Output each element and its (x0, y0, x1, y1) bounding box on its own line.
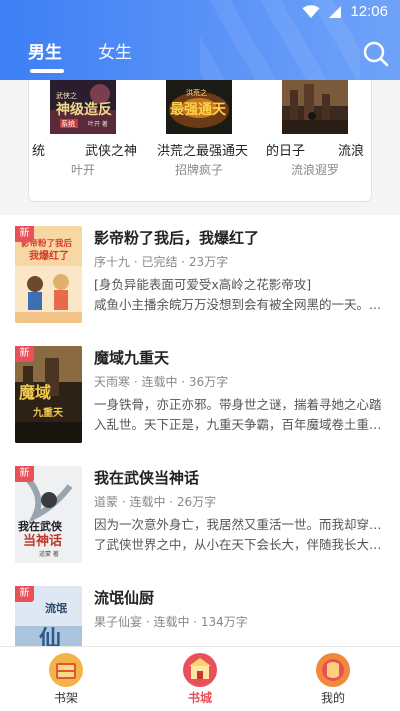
signal-icon (329, 5, 342, 18)
book-cover-text: 道蒙 著 (39, 550, 59, 558)
new-badge: 新 (15, 466, 34, 482)
main-content[interactable]: 武侠之 神级造反 系统 叶开 著 洪荒之 最强通天 统 武侠之神 洪荒之最强通天… (0, 80, 400, 646)
featured-cover[interactable]: 洪荒之 最强通天 (166, 80, 232, 134)
featured-cover-art: 武侠之 神级造反 系统 叶开 著 (50, 80, 116, 134)
book-description-line: 入乱世。天下正是，九重天争霸，百年魔域卷土重来... (94, 417, 386, 432)
book-description-line: 咸鱼小主播余皖万万没想到会有被全网黑的一天。... (94, 297, 381, 312)
nav-bookstore[interactable]: 书城 (160, 647, 240, 711)
book-description: 一身铁骨，亦正亦邪。带身世之谜，揣着寻她之心踏 入乱世。天下正是，九重天争霸，百… (94, 395, 386, 435)
featured-title[interactable]: 统 (32, 140, 45, 159)
wifi-icon (302, 4, 320, 18)
bookstore-icon (183, 653, 217, 687)
list-item[interactable]: 流氓 仙 新 流氓仙厨 果子仙宴 · 连载中 · 134万字 (0, 575, 400, 646)
search-icon (363, 41, 389, 67)
featured-cover[interactable] (282, 80, 348, 134)
book-title[interactable]: 魔域九重天 (94, 347, 169, 368)
status-time: 12:06 (350, 3, 388, 20)
book-meta: 序十九 · 已完结 · 23万字 (94, 255, 229, 269)
featured-cover-top-text: 武侠之 (56, 91, 77, 100)
book-cover-text: 魔域 (19, 383, 51, 402)
featured-title[interactable]: 的日子 (266, 140, 305, 159)
tab-female[interactable]: 女生 (98, 38, 132, 63)
book-title[interactable]: 影帝粉了我后，我爆红了 (94, 227, 259, 248)
featured-cover-title-text: 神级造反 (56, 101, 112, 118)
book-description: [身负异能表面可爱受x高岭之花影帝攻] 咸鱼小主播余皖万万没想到会有被全网黑的一… (94, 275, 386, 315)
bottom-navigation: 书架 书城 我的 (0, 646, 400, 711)
featured-cover-top-text: 洪荒之 (186, 88, 207, 97)
book-description-line: 一身铁骨，亦正亦邪。带身世之谜，揣着寻她之心踏 (94, 397, 382, 412)
featured-cover[interactable]: 武侠之 神级造反 系统 叶开 著 (50, 80, 116, 134)
profile-icon (316, 653, 350, 687)
book-cover-text: 当神话 (23, 533, 62, 549)
featured-titles: 统 武侠之神 洪荒之最强通天 的日子 流浪 (0, 140, 400, 160)
featured-cover-title-text: 最强通天 (170, 101, 227, 118)
book-meta: 道蒙 · 连载中 · 26万字 (94, 495, 217, 509)
featured-authors: 叶开 招牌疯子 流浪遐罗 (0, 161, 400, 179)
status-bar: 12:06 (0, 0, 400, 24)
featured-cover-art: 洪荒之 最强通天 (166, 80, 232, 134)
book-description-line: [身负异能表面可爱受x高岭之花影帝攻] (94, 277, 312, 292)
featured-title[interactable]: 武侠之神 (85, 140, 137, 159)
book-description (94, 635, 386, 646)
book-description: 因为一次意外身亡，我居然又重活一世。而我却穿越到 了武侠世界之中，从小在天下会长… (94, 515, 386, 555)
book-cover-text: 仙 (39, 626, 61, 646)
bookshelf-icon (49, 653, 83, 687)
tab-male-label: 男生 (28, 43, 62, 63)
new-badge: 新 (15, 586, 34, 602)
nav-profile[interactable]: 我的 (293, 647, 373, 711)
status-icons: 12:06 (302, 3, 388, 20)
featured-title[interactable]: 流浪 (338, 140, 364, 159)
book-cover-text: 我爆红了 (29, 249, 69, 262)
book-list: 影帝粉了我后 我爆红了 新 影帝粉了我后，我爆红了 序十九 · 已完结 · 23… (0, 215, 400, 646)
list-item[interactable]: 影帝粉了我后 我爆红了 新 影帝粉了我后，我爆红了 序十九 · 已完结 · 23… (0, 215, 400, 335)
featured-author: 流浪遐罗 (291, 163, 340, 177)
featured-title[interactable]: 洪荒之最强通天 (157, 140, 248, 159)
search-button[interactable] (362, 40, 390, 68)
book-cover-text: 流氓 (45, 601, 67, 615)
top-header: 12:06 男生 女生 (0, 0, 400, 80)
book-meta: 果子仙宴 · 连载中 · 134万字 (94, 615, 248, 629)
book-description-line: 因为一次意外身亡，我居然又重活一世。而我却穿越到 (94, 517, 386, 532)
book-cover-text: 九重天 (32, 406, 64, 419)
list-item[interactable]: 魔域 九重天 新 魔域九重天 天雨寒 · 连载中 · 36万字 一身铁骨，亦正亦… (0, 335, 400, 455)
featured-covers: 武侠之 神级造反 系统 叶开 著 洪荒之 最强通天 (0, 80, 400, 136)
book-title[interactable]: 我在武侠当神话 (94, 467, 199, 488)
featured-cover-author-text: 叶开 著 (88, 120, 108, 128)
tab-male[interactable]: 男生 (28, 38, 64, 73)
gender-tabs: 男生 女生 (28, 38, 132, 73)
list-item[interactable]: 我在武侠 当神话 道蒙 著 新 我在武侠当神话 道蒙 · 连载中 · 26万字 … (0, 455, 400, 575)
new-badge: 新 (15, 226, 34, 242)
nav-bookstore-label: 书城 (187, 691, 212, 705)
nav-bookshelf[interactable]: 书架 (26, 647, 106, 711)
featured-cover-badge-text: 系统 (61, 119, 75, 128)
featured-cover-art (282, 80, 348, 134)
new-badge: 新 (15, 346, 34, 362)
book-description-line: 了武侠世界之中，从小在天下会长大，伴随我长大的... (94, 537, 386, 552)
featured-author: 招牌疯子 (175, 163, 224, 177)
book-meta: 天雨寒 · 连载中 · 36万字 (94, 375, 229, 389)
featured-author: 叶开 (71, 163, 96, 177)
nav-profile-label: 我的 (320, 691, 345, 705)
tab-female-label: 女生 (98, 43, 132, 63)
book-cover-text: 我在武侠 (18, 519, 63, 533)
tab-active-indicator (30, 69, 64, 73)
book-title[interactable]: 流氓仙厨 (94, 587, 154, 608)
nav-bookshelf-label: 书架 (53, 691, 78, 705)
